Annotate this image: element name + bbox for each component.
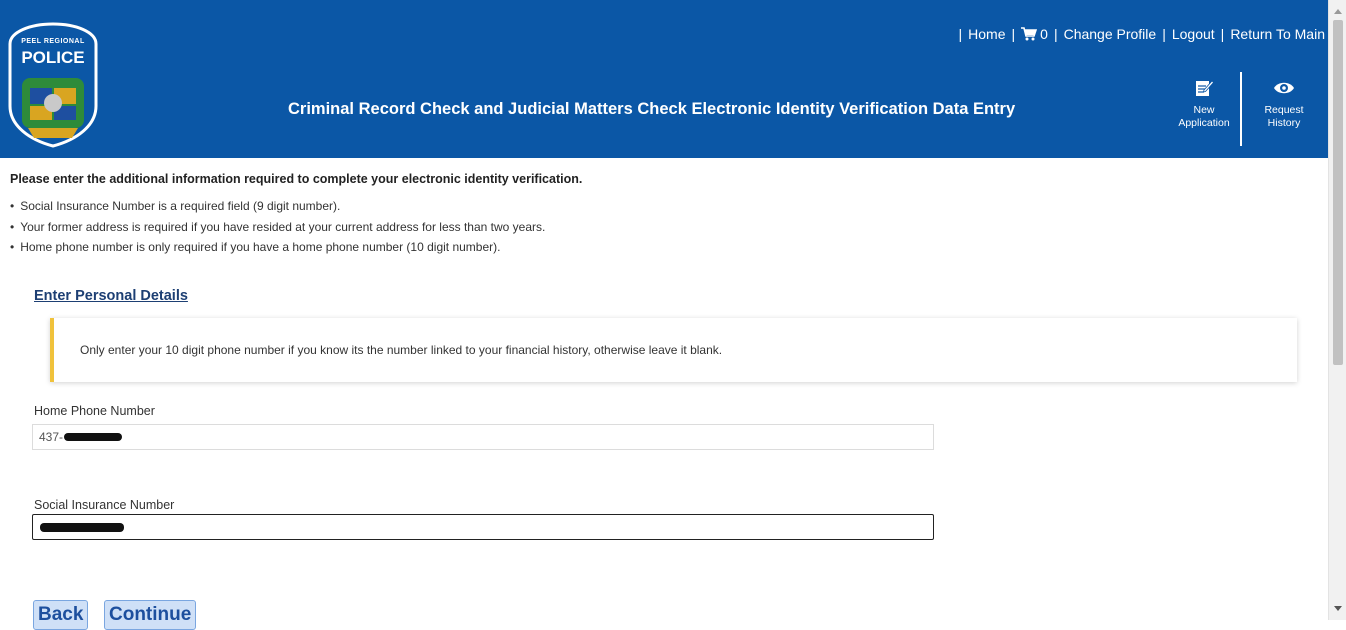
nav-cart-link[interactable]: 0 (1021, 26, 1048, 42)
nav-home-link[interactable]: Home (968, 26, 1005, 42)
instruction-text: Please enter the additional information … (10, 172, 583, 186)
top-navigation: | Home | 0 | Change Profile | Logout | R… (953, 26, 1326, 42)
edit-document-icon (1196, 80, 1214, 96)
nav-separator: | (958, 26, 963, 42)
vertical-scrollbar[interactable] (1328, 0, 1346, 620)
redacted-value (40, 522, 124, 532)
back-button[interactable]: Back (33, 600, 89, 630)
page-header: PEEL REGIONAL POLICE | Home | 0 | Change… (0, 0, 1329, 158)
cart-count: 0 (1040, 26, 1048, 42)
list-item: Home phone number is only required if yo… (10, 237, 545, 258)
requirements-list: Social Insurance Number is a required fi… (10, 196, 545, 258)
sin-input[interactable] (32, 514, 934, 540)
scrollbar-thumb[interactable] (1333, 20, 1343, 365)
nav-return-main-link[interactable]: Return To Main (1230, 26, 1325, 42)
logo-main-text: POLICE (21, 48, 85, 67)
continue-button[interactable]: Continue (104, 600, 197, 630)
peel-police-logo[interactable]: PEEL REGIONAL POLICE (6, 22, 100, 148)
home-phone-label: Home Phone Number (34, 404, 155, 418)
scroll-up-icon[interactable] (1334, 9, 1342, 14)
new-application-button[interactable]: New Application (1174, 78, 1234, 130)
nav-separator: | (1162, 26, 1166, 42)
request-history-label: Request History (1264, 104, 1304, 129)
scroll-down-icon[interactable] (1334, 606, 1342, 611)
list-item: Your former address is required if you h… (10, 217, 545, 238)
redacted-value (64, 433, 123, 441)
callout-text: Only enter your 10 digit phone number if… (80, 343, 723, 357)
request-history-button[interactable]: Request History (1254, 78, 1314, 130)
nav-change-profile-link[interactable]: Change Profile (1064, 26, 1157, 42)
nav-separator: | (1053, 26, 1058, 42)
new-application-label: New Application (1178, 104, 1230, 129)
section-title: Enter Personal Details (34, 288, 188, 304)
phone-info-callout: Only enter your 10 digit phone number if… (50, 318, 1297, 382)
home-phone-input[interactable]: 437- (32, 424, 934, 450)
list-item: Social Insurance Number is a required fi… (10, 196, 545, 217)
shopping-cart-icon (1021, 27, 1038, 41)
nav-separator: | (1011, 26, 1016, 42)
logo-top-text: PEEL REGIONAL (21, 38, 85, 45)
sin-label: Social Insurance Number (34, 498, 175, 512)
page-title: Criminal Record Check and Judicial Matte… (288, 100, 1016, 118)
header-divider (1240, 72, 1242, 146)
home-phone-value: 437- (39, 430, 64, 444)
nav-separator: | (1220, 26, 1225, 42)
eye-icon (1274, 82, 1294, 94)
nav-logout-link[interactable]: Logout (1172, 26, 1215, 42)
